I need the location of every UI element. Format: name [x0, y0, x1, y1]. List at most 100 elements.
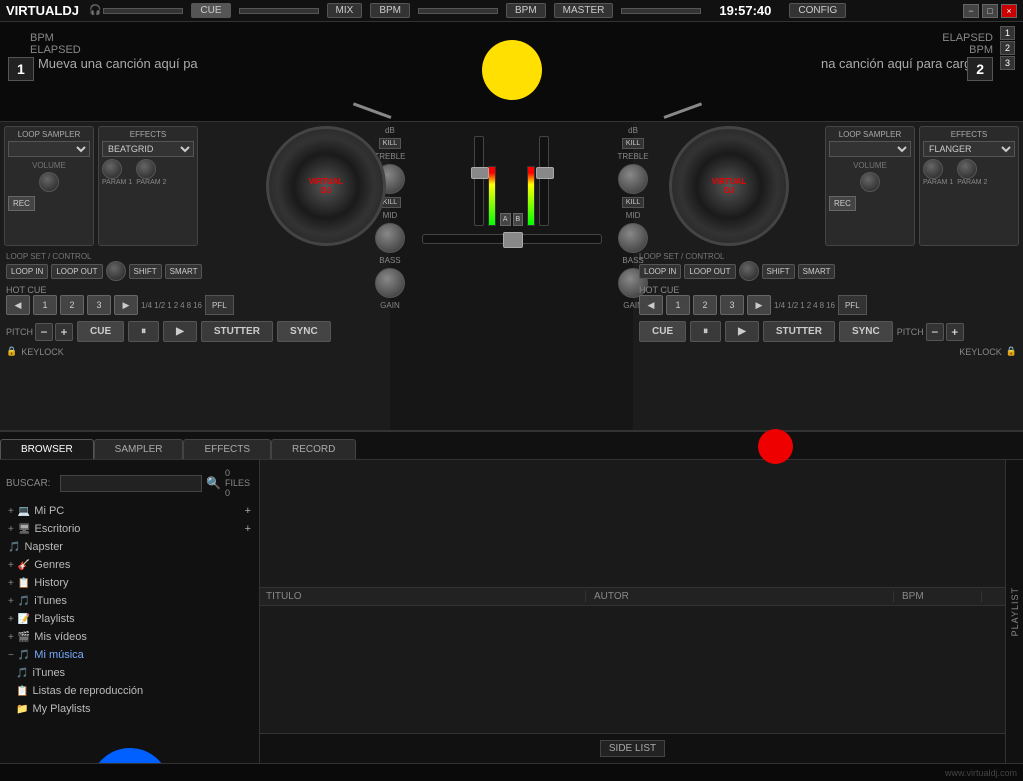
left-smart-button[interactable]: SMART — [165, 264, 203, 279]
right-param1-knob[interactable] — [923, 159, 943, 179]
left-pitch-plus[interactable]: + — [55, 323, 73, 341]
sidebar-item-misvideos[interactable]: + 🎬 Mis vídeos — [0, 628, 259, 646]
right-hot-cue-btn-2[interactable]: 2 — [693, 295, 717, 315]
right-hot-cue-btn-3[interactable]: 3 — [720, 295, 744, 315]
left-loop-out-button[interactable]: LOOP OUT — [51, 264, 102, 279]
right-param2-knob[interactable] — [957, 159, 977, 179]
left-cue-button[interactable]: CUE — [77, 321, 124, 342]
tab-record[interactable]: RECORD — [271, 439, 356, 459]
left-effects-select[interactable]: BEATGRID — [102, 141, 194, 157]
left-shift-button[interactable]: SHIFT — [129, 264, 162, 279]
cf-assign-left[interactable]: A — [500, 213, 511, 226]
left-hot-cue-btn-prev[interactable]: ◀ — [6, 295, 30, 315]
mimusica-icon: 🎵 — [18, 650, 30, 661]
config-button[interactable]: CONFIG — [789, 3, 846, 18]
left-hot-cue-btn-3[interactable]: 3 — [87, 295, 111, 315]
left-loop-in-button[interactable]: LOOP IN — [6, 264, 48, 279]
tab-browser[interactable]: BROWSER — [0, 439, 94, 459]
right-pitch-plus[interactable]: + — [946, 323, 964, 341]
right-turntable: VIRTUALDJ — [669, 126, 789, 246]
sidebar-item-itunes[interactable]: + 🎵 iTunes — [0, 592, 259, 610]
left-sync-button[interactable]: SYNC — [277, 321, 331, 342]
tab-sampler[interactable]: SAMPLER — [94, 439, 184, 459]
right-rec-button[interactable]: REC — [829, 196, 856, 211]
master-button[interactable]: MASTER — [554, 3, 614, 18]
right-smart-button[interactable]: SMART — [798, 264, 836, 279]
right-channel-fader[interactable] — [539, 136, 549, 226]
search-input[interactable] — [60, 475, 202, 492]
left-db-label: dB — [385, 126, 395, 135]
sidebar-item-escritorio[interactable]: + 🖥 Escritorio + — [0, 520, 259, 538]
left-hot-cue-section: HOT CUE ◀ 1 2 3 ▶ 1/4 1/2 1 2 4 8 16 PFL — [0, 283, 390, 317]
left-hot-cue-btn-2[interactable]: 2 — [60, 295, 84, 315]
right-pfl-button[interactable]: PFL — [838, 295, 867, 315]
bpm-button[interactable]: BPM — [370, 3, 410, 18]
right-effects-select[interactable]: FLANGER — [923, 141, 1015, 157]
side-list-button[interactable]: SIDE LIST — [600, 740, 665, 757]
sidebar-item-playlists[interactable]: + 📝 Playlists — [0, 610, 259, 628]
right-loop-knob[interactable] — [739, 261, 759, 281]
right-loop-sampler-select[interactable] — [829, 141, 911, 157]
content-rows — [260, 606, 1005, 733]
right-pitch-minus[interactable]: − — [926, 323, 944, 341]
maximize-button[interactable]: □ — [982, 4, 998, 18]
sidebar-item-mypc[interactable]: + 💻 Mi PC + — [0, 502, 259, 520]
left-param2-knob[interactable] — [136, 159, 156, 179]
crossfader-track[interactable] — [422, 234, 602, 244]
right-fader-handle[interactable] — [536, 167, 554, 179]
sidebar-item-itunes-sub[interactable]: 🎵 iTunes — [0, 664, 259, 682]
left-pfl-button[interactable]: PFL — [205, 295, 234, 315]
genres-plus-icon: + — [8, 560, 14, 571]
sidebar-item-napster-label: Napster — [24, 541, 63, 553]
right-hot-cue-btn-prev[interactable]: ◀ — [639, 295, 663, 315]
left-fader-handle[interactable] — [471, 167, 489, 179]
sidebar-item-mimusica[interactable]: − 🎵 Mi música — [0, 646, 259, 664]
right-loop-in-button[interactable]: LOOP IN — [639, 264, 681, 279]
left-stutter-button[interactable]: STUTTER — [201, 321, 273, 342]
mix-button[interactable]: MIX — [327, 3, 363, 18]
crossfader-handle[interactable] — [503, 232, 523, 248]
left-bass-knob[interactable] — [375, 268, 405, 298]
sidebar-item-listas[interactable]: 📋 Listas de reproducción — [0, 682, 259, 700]
cf-assign-right[interactable]: B — [513, 213, 524, 226]
left-channel-fader[interactable] — [474, 136, 484, 226]
right-volume-knob[interactable] — [860, 172, 880, 192]
left-rec-button[interactable]: REC — [8, 196, 35, 211]
deck-number-right: 2 — [967, 57, 993, 81]
right-hot-cue-btn-next[interactable]: ▶ — [747, 295, 771, 315]
sidebar-item-napster[interactable]: 🎵 Napster — [0, 538, 259, 556]
right-cue-button[interactable]: CUE — [639, 321, 686, 342]
left-volume-knob[interactable] — [39, 172, 59, 192]
search-icon[interactable]: 🔍 — [206, 476, 221, 490]
right-play-button[interactable]: ▶ — [725, 321, 759, 342]
left-hot-cue-btn-next[interactable]: ▶ — [114, 295, 138, 315]
right-hot-cue-btn-1[interactable]: 1 — [666, 295, 690, 315]
sidebar-item-myplaylists[interactable]: 📁 My Playlists — [0, 700, 259, 718]
left-loop-sampler-select[interactable] — [8, 141, 90, 157]
sidebar-item-history[interactable]: + 📋 History — [0, 574, 259, 592]
minimize-button[interactable]: − — [963, 4, 979, 18]
cue-button[interactable]: CUE — [191, 3, 230, 18]
mypc-add-icon[interactable]: + — [245, 505, 251, 517]
escritorio-add-icon[interactable]: + — [245, 523, 251, 535]
bpm-right-button[interactable]: BPM — [506, 3, 546, 18]
sidebar-item-genres[interactable]: + 🎸 Genres — [0, 556, 259, 574]
close-button[interactable]: × — [1001, 4, 1017, 18]
tab-effects[interactable]: EFFECTS — [183, 439, 271, 459]
left-hot-cue-btn-1[interactable]: 1 — [33, 295, 57, 315]
left-pitch-minus[interactable]: − — [35, 323, 53, 341]
left-turntable-wrapper: VIRTUALDJ — [266, 126, 386, 246]
col-bpm: BPM — [902, 591, 982, 602]
left-param1-knob[interactable] — [102, 159, 122, 179]
left-play-button[interactable]: ▶ — [163, 321, 197, 342]
left-pause-button[interactable]: ⏸ — [128, 321, 159, 342]
right-pause-button[interactable]: ⏸ — [690, 321, 721, 342]
window-controls: − □ × — [963, 4, 1017, 18]
right-stutter-button[interactable]: STUTTER — [763, 321, 835, 342]
mimusica-minus-icon: − — [8, 650, 14, 661]
right-shift-button[interactable]: SHIFT — [762, 264, 795, 279]
left-loop-knob[interactable] — [106, 261, 126, 281]
playlist-sidebar: PLAYLIST — [1005, 460, 1023, 763]
right-loop-out-button[interactable]: LOOP OUT — [684, 264, 735, 279]
right-sync-button[interactable]: SYNC — [839, 321, 893, 342]
